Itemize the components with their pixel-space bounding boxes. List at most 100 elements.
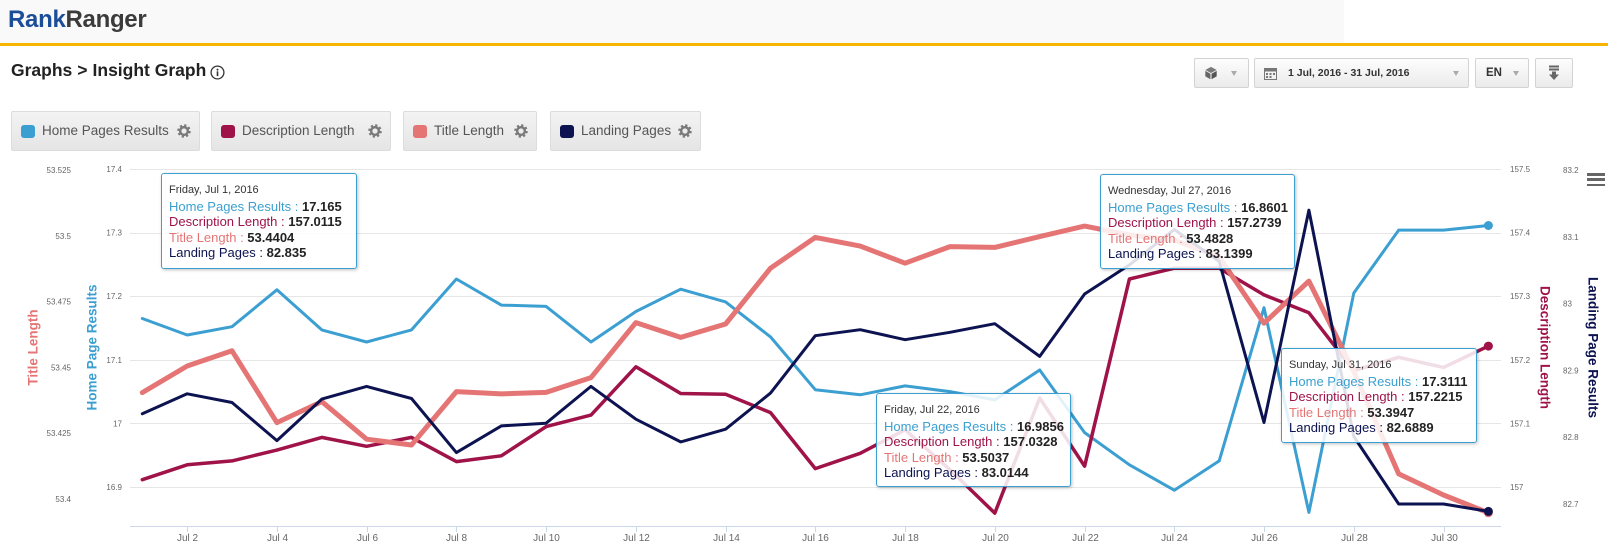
data-point[interactable] — [1036, 233, 1044, 241]
data-point[interactable] — [901, 259, 909, 267]
date-range-picker[interactable]: 1 Jul, 2016 - 31 Jul, 2016 — [1254, 58, 1469, 88]
data-point[interactable] — [677, 285, 685, 293]
data-point[interactable] — [677, 333, 685, 341]
data-point[interactable] — [497, 390, 505, 398]
data-point[interactable] — [273, 286, 281, 294]
data-point[interactable] — [138, 389, 146, 397]
data-point[interactable] — [722, 425, 730, 433]
data-point[interactable] — [228, 399, 236, 407]
data-point[interactable] — [901, 336, 909, 344]
data-point[interactable] — [1081, 222, 1089, 230]
data-point[interactable] — [1170, 486, 1178, 494]
data-point[interactable] — [991, 243, 999, 251]
data-point[interactable] — [363, 435, 371, 443]
data-point[interactable] — [1305, 508, 1313, 516]
hamburger-menu-icon[interactable] — [1587, 173, 1605, 187]
data-point[interactable] — [632, 319, 640, 327]
data-point[interactable] — [273, 446, 281, 454]
data-point[interactable] — [1440, 226, 1448, 234]
data-point[interactable] — [408, 395, 416, 403]
download-button[interactable] — [1535, 58, 1573, 88]
data-point[interactable] — [138, 410, 146, 418]
data-point[interactable] — [811, 465, 819, 473]
data-point[interactable] — [767, 389, 775, 397]
data-point[interactable] — [1260, 291, 1268, 299]
data-point[interactable] — [677, 390, 685, 398]
data-point[interactable] — [632, 415, 640, 423]
data-point[interactable] — [228, 347, 236, 355]
data-point[interactable] — [318, 395, 326, 403]
data-point[interactable] — [318, 326, 326, 334]
language-selector[interactable]: EN — [1475, 58, 1529, 88]
data-point[interactable] — [183, 362, 191, 370]
data-point[interactable] — [1081, 462, 1089, 470]
data-point[interactable] — [811, 233, 819, 241]
data-point[interactable] — [1081, 429, 1089, 437]
data-point[interactable] — [767, 264, 775, 272]
data-point[interactable] — [811, 386, 819, 394]
data-point[interactable] — [722, 298, 730, 306]
data-point[interactable] — [587, 382, 595, 390]
data-point[interactable] — [1260, 304, 1268, 312]
data-point[interactable] — [587, 374, 595, 382]
data-point[interactable] — [363, 382, 371, 390]
data-point[interactable] — [587, 411, 595, 419]
data-point[interactable] — [1215, 457, 1223, 465]
gear-icon[interactable] — [678, 124, 692, 138]
data-point[interactable] — [1305, 206, 1313, 214]
data-point[interactable] — [1395, 470, 1403, 478]
data-point[interactable] — [632, 363, 640, 371]
legend-item-description-length[interactable]: Description Length — [211, 111, 391, 151]
data-point[interactable] — [1081, 290, 1089, 298]
data-point[interactable] — [497, 301, 505, 309]
data-point[interactable] — [1125, 461, 1133, 469]
gear-icon[interactable] — [368, 124, 382, 138]
data-point[interactable] — [901, 382, 909, 390]
data-point[interactable] — [767, 409, 775, 417]
data-point[interactable] — [452, 449, 460, 457]
data-point[interactable] — [856, 449, 864, 457]
gear-icon[interactable] — [514, 124, 528, 138]
data-point[interactable] — [542, 388, 550, 396]
legend-item-home-pages-results[interactable]: Home Pages Results — [11, 111, 200, 151]
data-point[interactable] — [767, 333, 775, 341]
data-point[interactable] — [497, 422, 505, 430]
data-point-marker-description-length[interactable] — [1483, 341, 1493, 351]
data-point[interactable] — [273, 419, 281, 427]
data-point[interactable] — [363, 338, 371, 346]
data-point[interactable] — [1395, 500, 1403, 508]
logo[interactable]: RankRanger — [8, 6, 147, 34]
data-point[interactable] — [452, 388, 460, 396]
data-point[interactable] — [452, 458, 460, 466]
data-point[interactable] — [1440, 491, 1448, 499]
data-point[interactable] — [228, 457, 236, 465]
data-point[interactable] — [1305, 309, 1313, 317]
data-point[interactable] — [722, 390, 730, 398]
data-point-marker-landing-pages[interactable] — [1483, 506, 1493, 516]
data-point[interactable] — [991, 509, 999, 517]
data-point[interactable] — [632, 308, 640, 316]
data-point[interactable] — [138, 315, 146, 323]
data-point[interactable] — [228, 323, 236, 331]
data-point[interactable] — [677, 438, 685, 446]
data-point[interactable] — [856, 391, 864, 399]
data-point[interactable] — [722, 320, 730, 328]
gear-icon[interactable] — [177, 124, 191, 138]
data-point[interactable] — [408, 441, 416, 449]
data-point[interactable] — [1350, 289, 1358, 297]
data-point[interactable] — [946, 243, 954, 251]
data-point[interactable] — [991, 320, 999, 328]
data-point[interactable] — [1125, 275, 1133, 283]
data-point[interactable] — [1036, 352, 1044, 360]
data-point[interactable] — [1260, 419, 1268, 427]
data-point[interactable] — [587, 338, 595, 346]
legend-item-landing-pages[interactable]: Landing Pages — [550, 111, 701, 151]
data-point[interactable] — [856, 326, 864, 334]
data-point[interactable] — [1260, 319, 1268, 327]
data-point[interactable] — [1305, 277, 1313, 285]
data-point[interactable] — [363, 442, 371, 450]
data-point[interactable] — [138, 476, 146, 484]
data-point-marker-home-pages-results[interactable] — [1483, 221, 1493, 230]
data-point[interactable] — [452, 275, 460, 283]
data-point[interactable] — [408, 326, 416, 334]
